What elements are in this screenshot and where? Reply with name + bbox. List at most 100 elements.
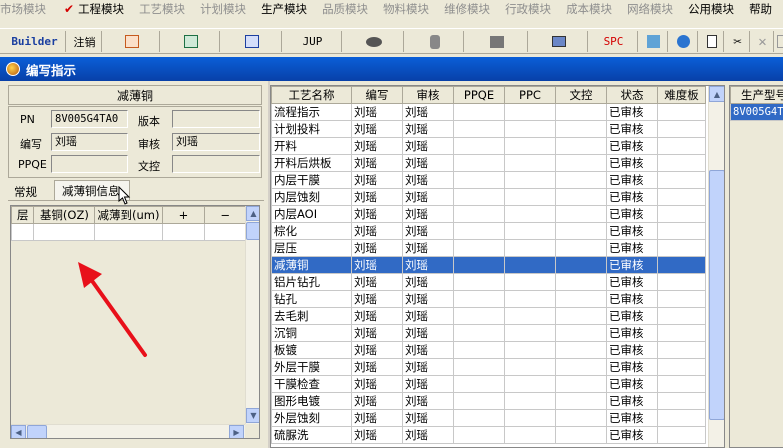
pn-field[interactable]: 8V005G4TA0 [51, 110, 128, 128]
table-cell[interactable]: 刘瑶 [351, 171, 403, 189]
table-cell[interactable]: 刘瑶 [351, 103, 403, 121]
table-cell[interactable] [555, 341, 607, 359]
menu-item-10[interactable]: 网络模块 [627, 1, 673, 17]
table-cell[interactable]: 去毛刺 [271, 307, 352, 325]
table-cell[interactable] [453, 341, 505, 359]
table-cell[interactable]: 减薄铜 [271, 256, 352, 274]
table-cell[interactable]: 外层干膜 [271, 358, 352, 376]
tools-button[interactable] [466, 31, 528, 52]
table-cell[interactable] [504, 392, 556, 410]
table-cell[interactable]: 刘瑶 [351, 239, 403, 257]
table-row[interactable]: 流程指示 刘瑶 刘瑶 已审核 [271, 103, 706, 121]
table-cell[interactable]: 刘瑶 [351, 341, 403, 359]
table-cell[interactable]: 刘瑶 [351, 154, 403, 172]
table-cell[interactable] [657, 188, 706, 206]
table-cell[interactable] [453, 222, 505, 240]
table-cell[interactable] [453, 205, 505, 223]
thinning-column-header[interactable]: 层 [11, 206, 35, 224]
table-cell[interactable] [504, 375, 556, 393]
table-cell[interactable]: 内层AOI [271, 205, 352, 223]
model-table[interactable]: 生产型号 8V005G4TA0 [729, 85, 783, 448]
table-cell[interactable]: 已审核 [606, 256, 658, 274]
table-cell[interactable] [555, 188, 607, 206]
table-cell[interactable]: 已审核 [606, 324, 658, 342]
table-cell[interactable] [657, 307, 706, 325]
table-cell[interactable]: 开料 [271, 137, 352, 155]
table-cell[interactable] [657, 103, 706, 121]
menu-item-5[interactable]: 品质模块 [322, 1, 368, 17]
table-cell[interactable]: 刘瑶 [351, 222, 403, 240]
table-cell[interactable]: 刘瑶 [402, 375, 454, 393]
table-cell[interactable] [504, 341, 556, 359]
table-cell[interactable]: 刘瑶 [402, 239, 454, 257]
table-cell[interactable] [453, 137, 505, 155]
calendar-button[interactable] [640, 31, 668, 52]
table-cell[interactable]: 外层蚀刻 [271, 409, 352, 427]
table-cell[interactable] [657, 290, 706, 308]
table-cell[interactable] [555, 205, 607, 223]
table-row[interactable]: 减薄铜 刘瑶 刘瑶 已审核 [271, 256, 706, 274]
table-row[interactable]: 铝片钻孔 刘瑶 刘瑶 已审核 [271, 273, 706, 291]
process-column-header[interactable]: 难度板 [657, 86, 706, 104]
hscroll-thumb[interactable] [27, 425, 47, 438]
table-cell[interactable]: 刘瑶 [351, 290, 403, 308]
process-scroll-thumb[interactable] [709, 170, 724, 420]
table-cell[interactable] [453, 103, 505, 121]
process-table[interactable]: 工艺名称 编写 审核 PPQE PPC 文控 状态 难度板 流程指示 刘瑶 刘瑶 已审核 计划投料 刘瑶… [270, 85, 725, 448]
table-cell[interactable]: 刘瑶 [351, 324, 403, 342]
table-row[interactable]: 内层AOI 刘瑶 刘瑶 已审核 [271, 205, 706, 223]
table-cell[interactable]: 已审核 [606, 426, 658, 444]
thinning-column-header[interactable]: 基铜(OZ) [33, 206, 96, 224]
table-cell[interactable]: 已审核 [606, 222, 658, 240]
table-cell[interactable]: 干膜检查 [271, 375, 352, 393]
table-cell[interactable] [453, 375, 505, 393]
table-cell[interactable]: 硫脲洗 [271, 426, 352, 444]
table-cell[interactable]: 内层蚀刻 [271, 188, 352, 206]
table-cell[interactable]: 图形电镀 [271, 392, 352, 410]
process-column-header[interactable]: 状态 [606, 86, 658, 104]
table-cell[interactable]: 刘瑶 [351, 137, 403, 155]
menu-item-3[interactable]: 计划模块 [200, 1, 246, 17]
table-cell[interactable] [555, 426, 607, 444]
model-row[interactable]: 8V005G4TA0 [730, 103, 783, 121]
table-cell[interactable] [504, 222, 556, 240]
table-cell[interactable]: 沉铜 [271, 324, 352, 342]
new-document-button[interactable] [700, 31, 724, 52]
table-cell[interactable] [657, 137, 706, 155]
table-cell[interactable]: 刘瑶 [402, 120, 454, 138]
table-cell[interactable] [657, 324, 706, 342]
table-cell[interactable]: 棕化 [271, 222, 352, 240]
menu-item-2[interactable]: 工艺模块 [139, 1, 185, 17]
menu-item-1[interactable]: ✔ 工程模块 [61, 1, 124, 17]
table-cell[interactable] [453, 120, 505, 138]
view-button[interactable] [344, 31, 404, 52]
table-cell[interactable]: 刘瑶 [402, 103, 454, 121]
table-cell[interactable] [555, 171, 607, 189]
table-cell[interactable] [657, 273, 706, 291]
logout-button[interactable]: 注销 [68, 31, 102, 52]
table-cell[interactable] [555, 290, 607, 308]
table-cell[interactable]: 刘瑶 [351, 256, 403, 274]
table-cell[interactable]: 已审核 [606, 239, 658, 257]
table-cell[interactable] [453, 409, 505, 427]
table-cell[interactable] [504, 120, 556, 138]
scroll-up-icon[interactable]: ▲ [709, 86, 724, 102]
monitor-button[interactable] [530, 31, 588, 52]
table-cell[interactable]: 刘瑶 [351, 392, 403, 410]
table-cell[interactable] [657, 120, 706, 138]
process-vscrollbar[interactable]: ▲ [708, 86, 724, 447]
table-cell[interactable]: 刘瑶 [402, 290, 454, 308]
menu-item-4[interactable]: 生产模块 [261, 1, 307, 17]
table-cell[interactable] [657, 409, 706, 427]
table-cell[interactable]: 刘瑶 [351, 307, 403, 325]
close-tool-button[interactable]: ✕ [752, 31, 774, 52]
table-row[interactable]: 硫脲洗 刘瑶 刘瑶 已审核 [271, 426, 706, 444]
table-cell[interactable] [657, 256, 706, 274]
model-column-header[interactable]: 生产型号 [730, 86, 783, 104]
table-cell[interactable]: 刘瑶 [402, 426, 454, 444]
table-row[interactable]: 内层干膜 刘瑶 刘瑶 已审核 [271, 171, 706, 189]
table-row[interactable]: 开料后烘板 刘瑶 刘瑶 已审核 [271, 154, 706, 172]
table-cell[interactable] [555, 222, 607, 240]
table-cell[interactable]: 已审核 [606, 409, 658, 427]
table-row[interactable]: 外层蚀刻 刘瑶 刘瑶 已审核 [271, 409, 706, 427]
